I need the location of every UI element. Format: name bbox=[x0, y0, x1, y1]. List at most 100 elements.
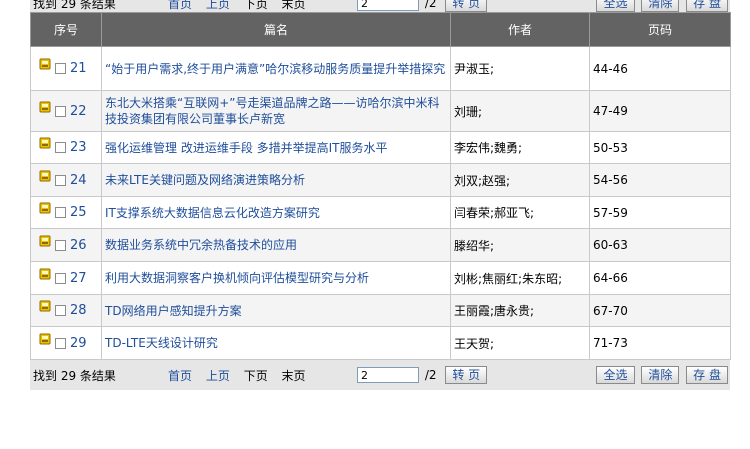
action-buttons: 全选 清除 存 盘 bbox=[593, 0, 728, 12]
first-page-link[interactable]: 首页 bbox=[168, 0, 192, 11]
download-icon[interactable] bbox=[38, 136, 52, 150]
table-row: 24 未来LTE关键问题及网络演进策略分析 刘双;赵强; 54-56 bbox=[30, 163, 731, 197]
seq-cell: 23 bbox=[30, 131, 102, 164]
table-header-row: 序号 篇名 作者 页码 bbox=[30, 12, 731, 47]
go-page-button[interactable]: 转 页 bbox=[445, 366, 488, 384]
row-checkbox[interactable] bbox=[55, 105, 66, 117]
table-row: 23 强化运维管理 改进运维手段 多措并举提高IT服务水平 李宏伟;魏勇; 50-53 bbox=[30, 131, 731, 164]
seq-cell: 25 bbox=[30, 196, 102, 229]
row-number: 27 bbox=[70, 270, 87, 286]
table-row: 22 东北大米搭乘“互联网+”号走渠道品牌之路——访哈尔滨中米科技投资集团有限公司… bbox=[30, 90, 731, 132]
title-cell: TD-LTE天线设计研究 bbox=[101, 326, 451, 360]
author-cell: 刘双;赵强; bbox=[450, 163, 590, 197]
result-count: 找到 29 条结果 bbox=[33, 0, 116, 11]
download-icon[interactable] bbox=[38, 332, 52, 346]
pagination-nav: 首页 上页 下页 末页 bbox=[168, 367, 316, 384]
seq-cell: 26 bbox=[30, 228, 102, 262]
row-number: 29 bbox=[70, 335, 87, 351]
article-title-link[interactable]: 东北大米搭乘“互联网+”号走渠道品牌之路——访哈尔滨中米科技投资集团有限公司董事… bbox=[105, 96, 440, 126]
row-number: 24 bbox=[70, 172, 87, 188]
action-buttons: 全选 清除 存 盘 bbox=[593, 366, 728, 384]
author-cell: 尹淑玉; bbox=[450, 46, 590, 91]
row-checkbox[interactable] bbox=[55, 207, 66, 218]
download-icon[interactable] bbox=[38, 100, 52, 114]
top-toolbar: 找到 29 条结果 首页 上页 下页 末页 /2 转 页 全选 清除 存 盘 bbox=[30, 0, 730, 12]
title-cell: IT支撑系统大数据信息云化改造方案研究 bbox=[101, 196, 451, 229]
row-checkbox[interactable] bbox=[55, 272, 66, 284]
title-cell: 未来LTE关键问题及网络演进策略分析 bbox=[101, 163, 451, 197]
go-page-button[interactable]: 转 页 bbox=[445, 0, 488, 12]
article-title-link[interactable]: 利用大数据洞察客户换机倾向评估模型研究与分析 bbox=[105, 271, 369, 285]
page-total: /2 bbox=[424, 368, 437, 382]
row-checkbox[interactable] bbox=[55, 305, 66, 316]
table-row: 27 利用大数据洞察客户换机倾向评估模型研究与分析 刘彬;焦丽红;朱东昭; 64-66 bbox=[30, 261, 731, 295]
download-icon[interactable] bbox=[38, 267, 52, 281]
row-checkbox[interactable] bbox=[55, 337, 66, 349]
article-title-link[interactable]: TD网络用户感知提升方案 bbox=[105, 304, 242, 318]
row-number: 26 bbox=[70, 237, 87, 253]
last-page-text: 末页 bbox=[281, 369, 306, 383]
seq-cell: 24 bbox=[30, 163, 102, 197]
title-cell: 利用大数据洞察客户换机倾向评估模型研究与分析 bbox=[101, 261, 451, 295]
download-icon[interactable] bbox=[38, 299, 52, 313]
title-cell: “始于用户需求,终于用户满意”哈尔滨移动服务质量提升举措探究 bbox=[101, 46, 451, 91]
article-title-link[interactable]: TD-LTE天线设计研究 bbox=[105, 336, 218, 350]
page-jump: /2 转 页 bbox=[357, 0, 488, 12]
article-title-link[interactable]: 强化运维管理 改进运维手段 多措并举提高IT服务水平 bbox=[105, 141, 388, 155]
table-row: 25 IT支撑系统大数据信息云化改造方案研究 闫春荣;郝亚飞; 57-59 bbox=[30, 196, 731, 229]
seq-cell: 27 bbox=[30, 261, 102, 295]
row-number: 25 bbox=[70, 205, 87, 220]
pages-cell: 54-56 bbox=[589, 163, 731, 197]
pages-cell: 47-49 bbox=[589, 90, 731, 132]
pages-cell: 50-53 bbox=[589, 131, 731, 164]
pages-cell: 71-73 bbox=[589, 326, 731, 360]
table-row: 28 TD网络用户感知提升方案 王丽霞;唐永贵; 67-70 bbox=[30, 294, 731, 327]
title-cell: TD网络用户感知提升方案 bbox=[101, 294, 451, 327]
first-page-link[interactable]: 首页 bbox=[168, 369, 192, 383]
bottom-toolbar: 找到 29 条结果 首页 上页 下页 末页 /2 转 页 全选 清除 存 盘 bbox=[30, 360, 730, 390]
page-number-input[interactable] bbox=[357, 0, 419, 11]
table-row: 26 数据业务系统中冗余热备技术的应用 滕绍华; 60-63 bbox=[30, 228, 731, 262]
next-page-text: 下页 bbox=[243, 0, 268, 11]
row-checkbox[interactable] bbox=[55, 174, 66, 186]
article-title-link[interactable]: 未来LTE关键问题及网络演进策略分析 bbox=[105, 173, 305, 187]
article-title-link[interactable]: IT支撑系统大数据信息云化改造方案研究 bbox=[105, 206, 320, 220]
title-cell: 数据业务系统中冗余热备技术的应用 bbox=[101, 228, 451, 262]
seq-cell: 28 bbox=[30, 294, 102, 327]
select-all-button[interactable]: 全选 bbox=[596, 0, 635, 12]
prev-page-link[interactable]: 上页 bbox=[206, 0, 230, 11]
header-author: 作者 bbox=[450, 12, 590, 47]
select-all-button[interactable]: 全选 bbox=[596, 366, 635, 384]
results-table: 序号 篇名 作者 页码 21 “始于用户需求,终于用户满意”哈尔滨移动服务质量提升… bbox=[30, 12, 731, 360]
author-cell: 王天贺; bbox=[450, 326, 590, 360]
table-row: 29 TD-LTE天线设计研究 王天贺; 71-73 bbox=[30, 326, 731, 360]
download-icon[interactable] bbox=[38, 201, 52, 215]
title-cell: 东北大米搭乘“互联网+”号走渠道品牌之路——访哈尔滨中米科技投资集团有限公司董事… bbox=[101, 90, 451, 132]
clear-button[interactable]: 清除 bbox=[641, 0, 680, 12]
save-button[interactable]: 存 盘 bbox=[686, 366, 728, 384]
download-icon[interactable] bbox=[38, 57, 52, 71]
article-title-link[interactable]: “始于用户需求,终于用户满意”哈尔滨移动服务质量提升举措探究 bbox=[105, 62, 445, 76]
title-cell: 强化运维管理 改进运维手段 多措并举提高IT服务水平 bbox=[101, 131, 451, 164]
row-number: 22 bbox=[70, 103, 87, 119]
page-jump: /2 转 页 bbox=[357, 366, 488, 384]
pages-cell: 64-66 bbox=[589, 261, 731, 295]
row-checkbox[interactable] bbox=[55, 63, 66, 74]
author-cell: 闫春荣;郝亚飞; bbox=[450, 196, 590, 229]
author-cell: 王丽霞;唐永贵; bbox=[450, 294, 590, 327]
download-icon[interactable] bbox=[38, 169, 52, 183]
save-button[interactable]: 存 盘 bbox=[686, 0, 728, 12]
pagination-nav: 首页 上页 下页 末页 bbox=[168, 0, 316, 12]
row-number: 23 bbox=[70, 140, 87, 155]
page-number-input[interactable] bbox=[357, 367, 419, 383]
seq-cell: 29 bbox=[30, 326, 102, 360]
article-title-link[interactable]: 数据业务系统中冗余热备技术的应用 bbox=[105, 238, 297, 252]
author-cell: 刘珊; bbox=[450, 90, 590, 132]
row-checkbox[interactable] bbox=[55, 239, 66, 251]
prev-page-link[interactable]: 上页 bbox=[206, 369, 230, 383]
download-icon[interactable] bbox=[38, 234, 52, 248]
table-row: 21 “始于用户需求,终于用户满意”哈尔滨移动服务质量提升举措探究 尹淑玉; 44-4… bbox=[30, 46, 731, 91]
clear-button[interactable]: 清除 bbox=[641, 366, 680, 384]
row-checkbox[interactable] bbox=[55, 142, 66, 153]
row-number: 28 bbox=[70, 303, 87, 318]
